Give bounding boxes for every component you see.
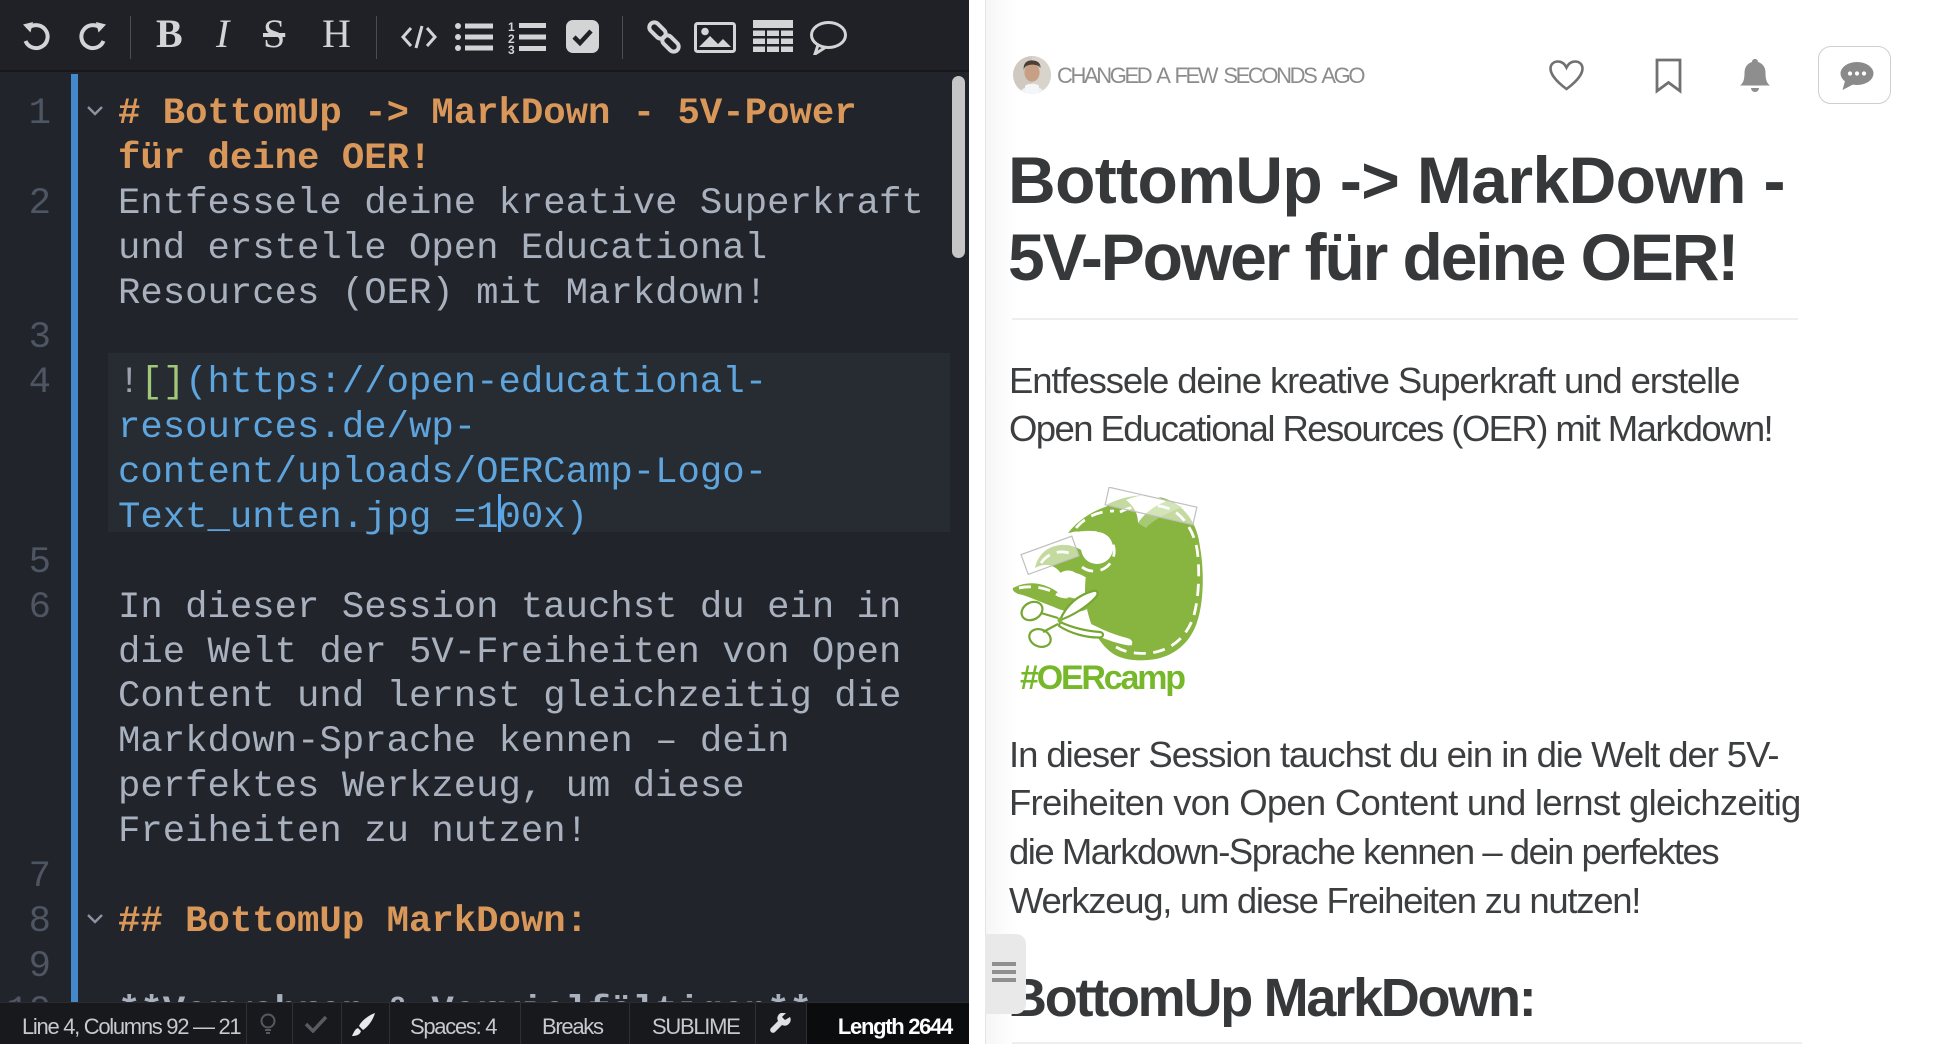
svg-text:3: 3	[508, 43, 515, 54]
